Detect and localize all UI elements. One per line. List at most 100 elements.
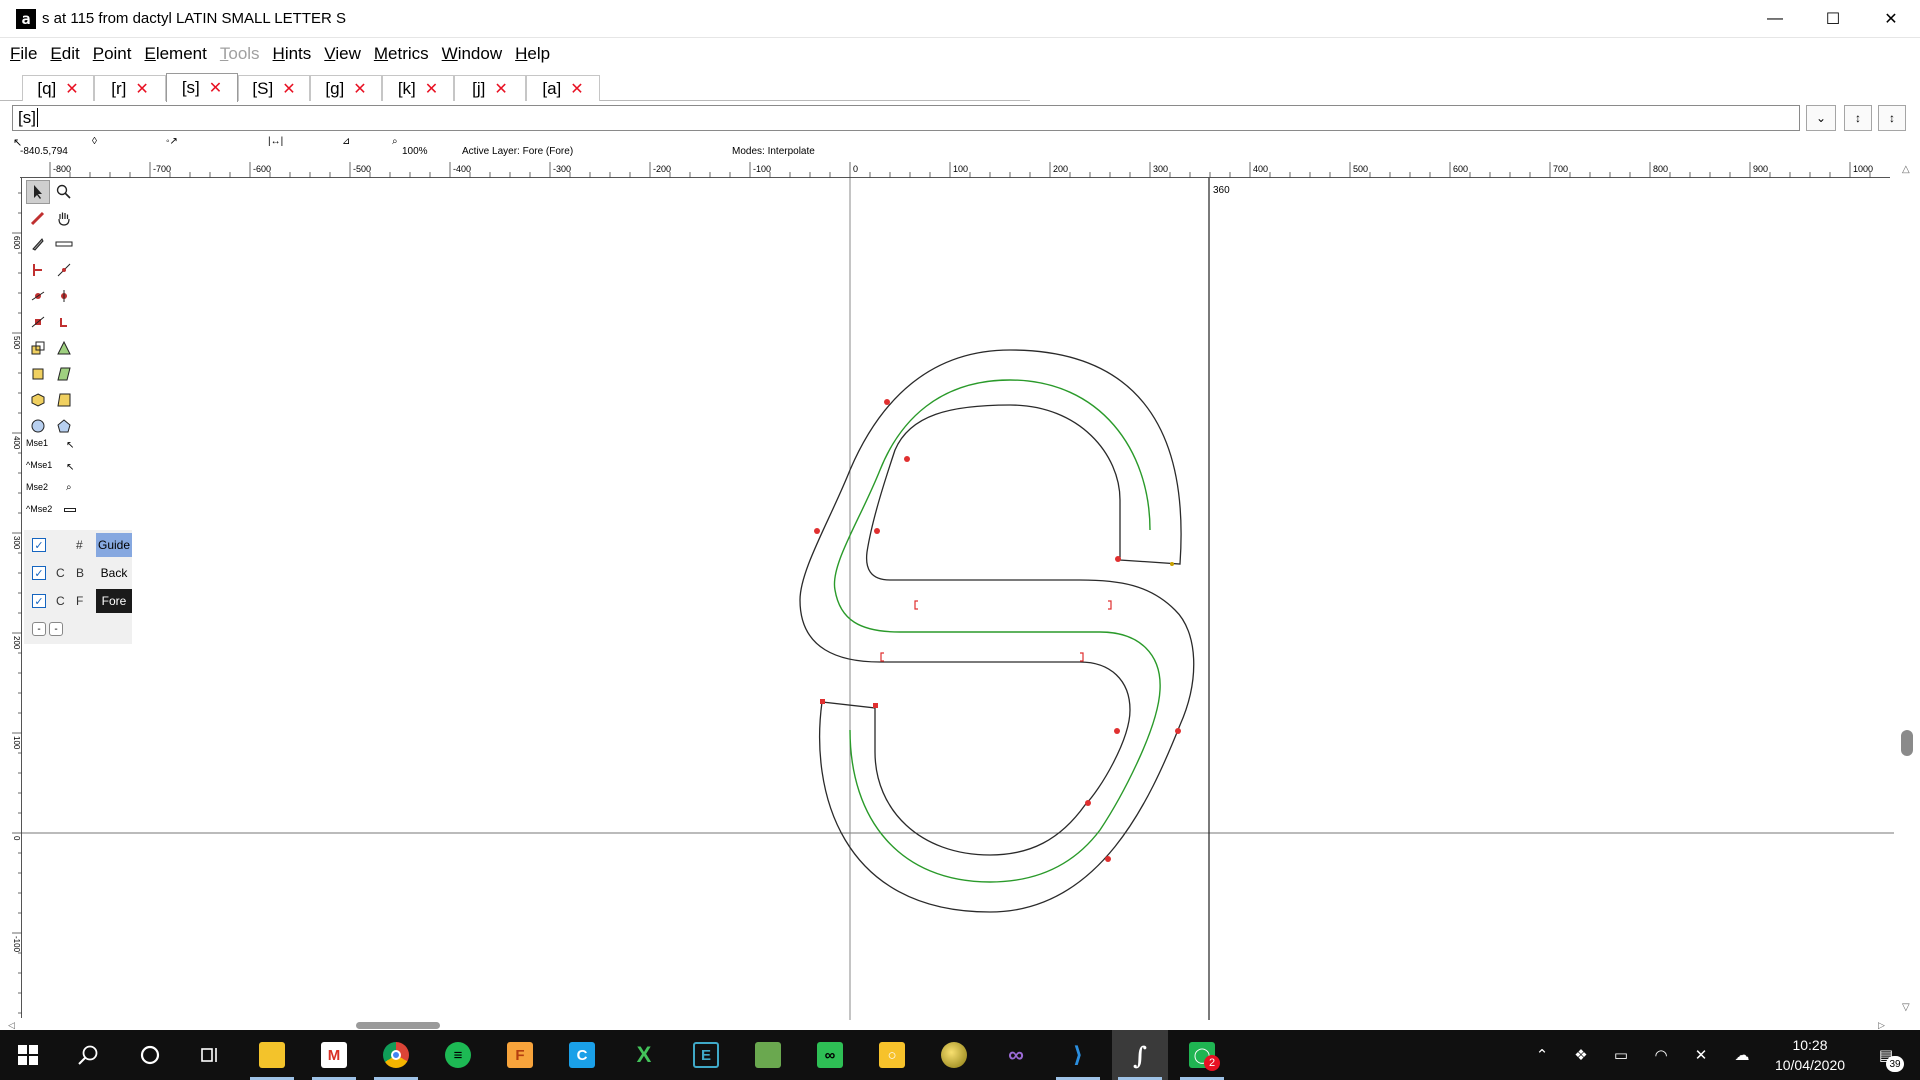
file-explorer-taskbar[interactable]	[244, 1030, 300, 1080]
curve-point[interactable]	[1105, 856, 1111, 862]
menu-element[interactable]: Element	[144, 44, 206, 64]
curve-point[interactable]	[1085, 800, 1091, 806]
scroll-tool[interactable]	[52, 206, 76, 230]
glyph-outer-contour[interactable]	[799, 349, 1195, 913]
curve-point[interactable]	[1115, 556, 1121, 562]
previous-word-button[interactable]: ↕	[1844, 105, 1872, 131]
curve-point[interactable]	[874, 528, 880, 534]
menu-hints[interactable]: Hints	[273, 44, 312, 64]
wifi-tray[interactable]: ◠	[1648, 1030, 1674, 1080]
maximize-button[interactable]: ☐	[1804, 0, 1862, 38]
menu-point[interactable]: Point	[93, 44, 132, 64]
close-tab-icon[interactable]: ✕	[494, 79, 507, 99]
volume-tray[interactable]: ✕	[1688, 1030, 1714, 1080]
glyph-tab[interactable]: [j] ✕	[454, 75, 526, 101]
close-window-button[interactable]: ✕	[1862, 0, 1920, 38]
glyph-tab[interactable]: [S] ✕	[238, 75, 310, 101]
knife-tool[interactable]	[26, 232, 50, 256]
onedrive-tray[interactable]: ☁	[1728, 1030, 1756, 1080]
fontforge-f-taskbar[interactable]: F	[492, 1030, 548, 1080]
horizontal-scroll-thumb[interactable]	[356, 1022, 440, 1029]
glyph-string-input[interactable]: [s]	[12, 105, 1800, 131]
c-app-taskbar[interactable]: C	[554, 1030, 610, 1080]
spotify-taskbar[interactable]: ≡	[430, 1030, 486, 1080]
keep-taskbar[interactable]: ○	[864, 1030, 920, 1080]
layer-name[interactable]: Back	[96, 561, 132, 585]
tangent-point[interactable]	[880, 652, 884, 662]
globe-app-taskbar[interactable]	[926, 1030, 982, 1080]
line-tool[interactable]	[52, 258, 76, 282]
menu-window[interactable]: Window	[442, 44, 502, 64]
glyph-tab[interactable]: [g] ✕	[310, 75, 382, 101]
menu-edit[interactable]: Edit	[50, 44, 79, 64]
tangent-point[interactable]	[914, 600, 918, 610]
close-tab-icon[interactable]: ✕	[570, 79, 583, 99]
glyph-tab[interactable]: [q] ✕	[22, 75, 94, 101]
menu-tools[interactable]: Tools	[220, 44, 260, 64]
start-button[interactable]	[0, 1030, 56, 1080]
start-point-marker[interactable]	[1170, 562, 1174, 566]
glyph-editing-canvas[interactable]: 360	[22, 178, 1894, 1020]
curve-point[interactable]	[884, 399, 890, 405]
glyph-tab[interactable]: [a] ✕	[526, 75, 600, 101]
green-app-taskbar[interactable]: ∞	[802, 1030, 858, 1080]
cortana-button[interactable]	[122, 1030, 178, 1080]
x-app-taskbar[interactable]: X	[616, 1030, 672, 1080]
layer-row-guide[interactable]: ✓ # Guide	[24, 533, 132, 557]
menu-help[interactable]: Help	[515, 44, 550, 64]
curve-point[interactable]	[904, 456, 910, 462]
layer-name[interactable]: Fore	[96, 589, 132, 613]
add-layer-button[interactable]: -	[32, 622, 46, 636]
glyph-tab[interactable]: [r] ✕	[94, 75, 166, 101]
dropbox-tray[interactable]: ❖	[1568, 1030, 1594, 1080]
fontforge-taskbar[interactable]: ∫	[1112, 1030, 1168, 1080]
add-hv-curve-point-tool[interactable]	[52, 284, 76, 308]
vertical-scroll-thumb[interactable]	[1901, 730, 1913, 756]
add-tangent-point-tool[interactable]	[52, 310, 76, 334]
add-curve-point-tool[interactable]	[26, 284, 50, 308]
menu-file[interactable]: File	[10, 44, 37, 64]
close-tab-icon[interactable]: ✕	[209, 78, 222, 98]
scroll-down-arrow-icon[interactable]: ▽	[1902, 1002, 1910, 1013]
search-button[interactable]	[60, 1030, 116, 1080]
task-view-button[interactable]	[182, 1030, 238, 1080]
layer-visible-checkbox[interactable]: ✓	[32, 538, 46, 552]
battery-tray[interactable]: ▭	[1608, 1030, 1634, 1080]
flip-tool[interactable]	[52, 336, 76, 360]
layer-name[interactable]: Guide	[96, 533, 132, 557]
menu-view[interactable]: View	[324, 44, 361, 64]
pointer-tool[interactable]	[26, 180, 50, 204]
ellipse-tool[interactable]	[26, 414, 50, 438]
layer-row-back[interactable]: ✓ C B Back	[24, 561, 132, 585]
skew-tool[interactable]	[52, 362, 76, 386]
menu-metrics[interactable]: Metrics	[374, 44, 429, 64]
minimize-button[interactable]: —	[1746, 0, 1804, 38]
glyph-tab[interactable]: [s] ✕	[166, 73, 238, 102]
corner-point[interactable]	[820, 699, 825, 704]
polygon-tool[interactable]	[52, 414, 76, 438]
tangent-point[interactable]	[1108, 600, 1112, 610]
perspective-tool[interactable]	[52, 388, 76, 412]
curve-point[interactable]	[1114, 728, 1120, 734]
show-hidden-icons-button[interactable]: ⌃	[1530, 1030, 1554, 1080]
close-tab-icon[interactable]: ✕	[353, 79, 366, 99]
layer-visible-checkbox[interactable]: ✓	[32, 566, 46, 580]
glyph-string-dropdown-button[interactable]: ⌄	[1806, 105, 1836, 131]
3d-rotate-tool[interactable]	[26, 388, 50, 412]
on-curve-points[interactable]	[814, 399, 1181, 862]
corner-point[interactable]	[873, 703, 878, 708]
close-tab-icon[interactable]: ✕	[282, 79, 295, 99]
remove-layer-button[interactable]: -	[49, 622, 63, 636]
gmail-taskbar[interactable]: M	[306, 1030, 362, 1080]
vertical-scrollbar[interactable]: △ ▽	[1894, 160, 1920, 1020]
ruler-tool[interactable]	[52, 232, 76, 256]
next-word-button[interactable]: ↕	[1878, 105, 1906, 131]
action-center-button[interactable]: ▤ 39	[1866, 1030, 1906, 1080]
glyph-tab[interactable]: [k] ✕	[382, 75, 454, 101]
add-corner-point-tool[interactable]	[26, 310, 50, 334]
layer-visible-checkbox[interactable]: ✓	[32, 594, 46, 608]
curve-point[interactable]	[1175, 728, 1181, 734]
close-tab-icon[interactable]: ✕	[65, 79, 78, 99]
curve-point[interactable]	[814, 528, 820, 534]
magnify-tool[interactable]	[52, 180, 76, 204]
